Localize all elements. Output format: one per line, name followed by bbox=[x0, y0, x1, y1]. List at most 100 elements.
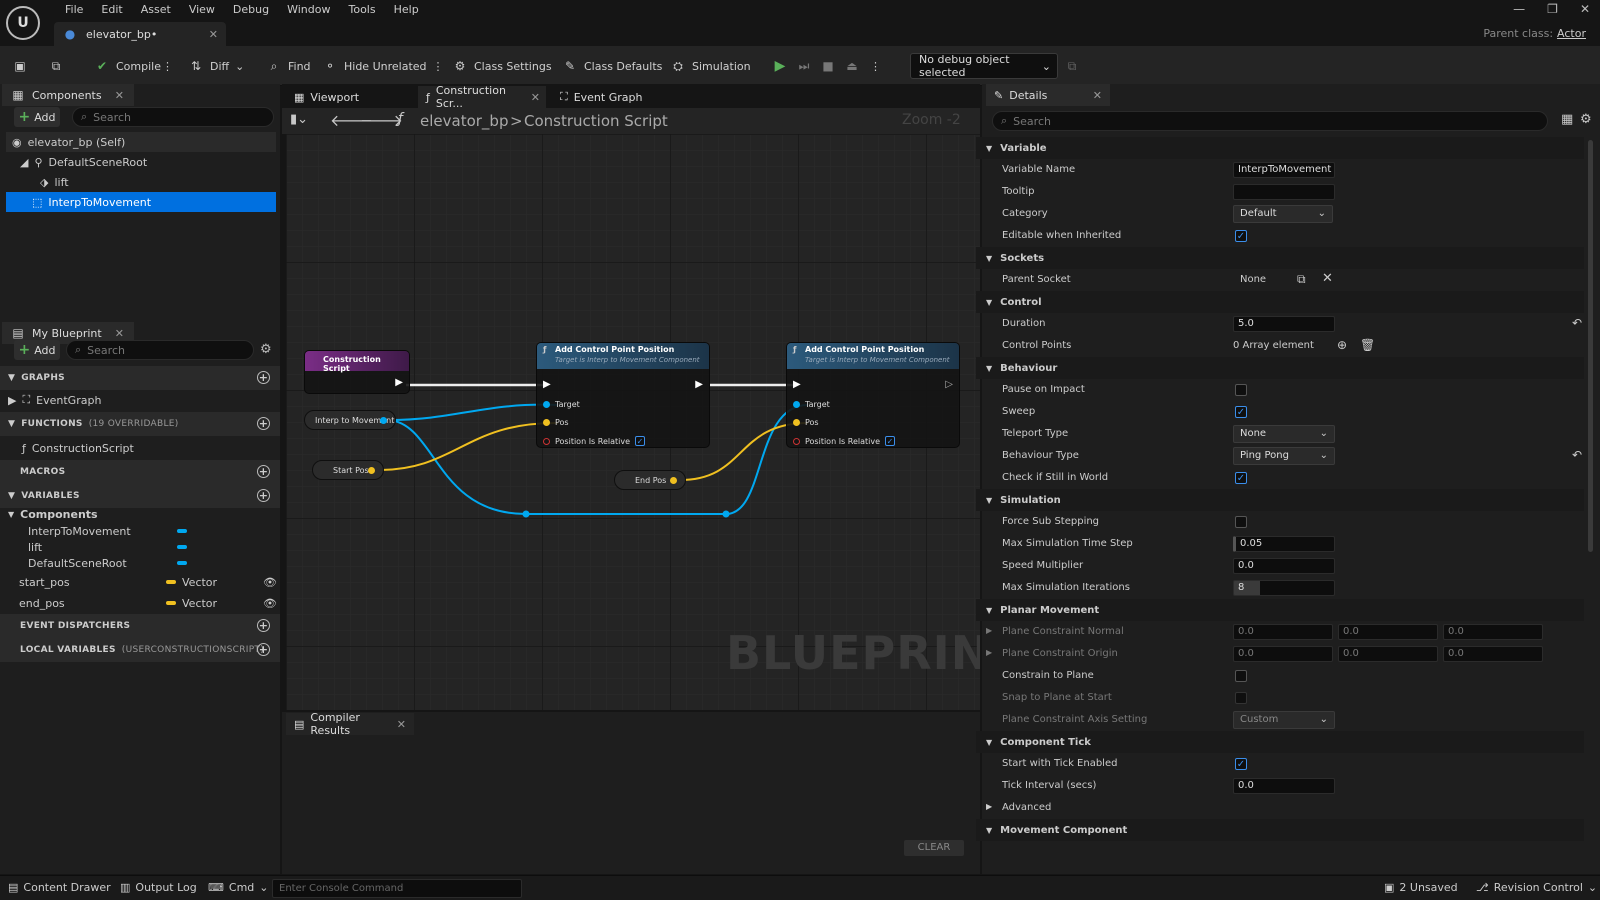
close-icon[interactable]: ✕ bbox=[397, 718, 406, 731]
section-graphs[interactable]: ▼ GRAPHS + bbox=[0, 366, 280, 390]
tab-viewport[interactable]: ▦ Viewport bbox=[286, 86, 406, 108]
gear-icon[interactable]: ⚙ bbox=[1580, 112, 1592, 127]
add-component-button[interactable]: + Add bbox=[14, 107, 60, 127]
close-icon[interactable]: ✕ bbox=[209, 28, 218, 41]
close-icon[interactable]: ✕ bbox=[115, 327, 124, 340]
exec-in-pin[interactable]: ▶ bbox=[793, 379, 801, 390]
pin-dot[interactable] bbox=[368, 467, 375, 474]
pos-pin[interactable]: Pos bbox=[543, 418, 569, 427]
max-iter-input[interactable]: 8 bbox=[1233, 580, 1335, 596]
check-world-checkbox[interactable]: ✓ bbox=[1235, 472, 1247, 484]
relative-pin[interactable]: Position Is Relative ✓ bbox=[793, 436, 896, 446]
plane-origin-x[interactable]: 0.0 bbox=[1233, 646, 1333, 662]
relative-pin[interactable]: Position Is Relative ✓ bbox=[543, 436, 646, 446]
eject-button[interactable]: ⏏ bbox=[844, 55, 860, 77]
construction-script-item[interactable]: ƒ ConstructionScript bbox=[22, 438, 134, 458]
parent-class-link[interactable]: Actor bbox=[1557, 27, 1586, 40]
section-local-variables[interactable]: LOCAL VARIABLES (USERCONSTRUCTIONSCRIPT) + bbox=[0, 638, 280, 662]
restore-icon[interactable]: ❐ bbox=[1547, 2, 1558, 16]
minimize-icon[interactable]: — bbox=[1513, 2, 1525, 16]
output-log-button[interactable]: ▥ Output Log bbox=[120, 881, 197, 894]
menu-debug[interactable]: Debug bbox=[224, 3, 278, 17]
exec-out-pin[interactable]: ▷ bbox=[945, 379, 953, 390]
category-sockets[interactable]: ▼ Sockets bbox=[976, 247, 1584, 269]
compile-button[interactable]: ✔ Compile bbox=[94, 55, 161, 77]
details-tab[interactable]: ✎ Details ✕ bbox=[986, 84, 1110, 106]
plane-origin-y[interactable]: 0.0 bbox=[1338, 646, 1438, 662]
duration-input[interactable]: 5.0 bbox=[1233, 316, 1335, 332]
stop-button[interactable]: ■ bbox=[820, 55, 836, 77]
plane-origin-z[interactable]: 0.0 bbox=[1443, 646, 1543, 662]
node-construction-script[interactable]: Construction Script ▶ bbox=[304, 350, 410, 394]
details-search[interactable]: ⌕ Search bbox=[992, 111, 1548, 131]
close-icon[interactable]: ✕ bbox=[531, 91, 540, 104]
plane-normal-y[interactable]: 0.0 bbox=[1338, 624, 1438, 640]
section-event-dispatchers[interactable]: EVENT DISPATCHERS + bbox=[0, 614, 280, 638]
breadcrumb-root[interactable]: elevator_bp bbox=[420, 112, 508, 130]
tab-event-graph[interactable]: ⛶ Event Graph bbox=[552, 86, 652, 108]
editable-checkbox[interactable]: ✓ bbox=[1235, 230, 1247, 242]
category-select[interactable]: Default ⌄ bbox=[1233, 205, 1333, 223]
browse-button[interactable]: ⧉ bbox=[48, 55, 64, 77]
unreal-logo[interactable]: U bbox=[6, 6, 40, 40]
variable-row[interactable]: start_pos Vector 👁 bbox=[0, 573, 280, 591]
menu-window[interactable]: Window bbox=[278, 3, 339, 17]
components-search[interactable]: ⌕ Search bbox=[72, 107, 274, 127]
constrain-checkbox[interactable] bbox=[1235, 670, 1247, 682]
node-var-end-pos[interactable]: End Pos bbox=[614, 470, 686, 490]
bookmark-icon[interactable]: ▮⌄ bbox=[290, 112, 308, 127]
debug-object-select[interactable]: No debug object selected ⌄ bbox=[910, 53, 1058, 79]
clear-socket-icon[interactable]: ✕ bbox=[1322, 271, 1333, 286]
reset-arrow-icon[interactable]: ↶ bbox=[1572, 448, 1582, 462]
category-simulation[interactable]: ▼ Simulation bbox=[976, 489, 1584, 511]
node-add-control-point-2[interactable]: ƒ Add Control Point Position Target is I… bbox=[786, 342, 960, 448]
behaviour-type-select[interactable]: Ping Pong ⌄ bbox=[1233, 447, 1335, 465]
class-defaults-button[interactable]: ✎ Class Defaults bbox=[562, 55, 662, 77]
diff-button[interactable]: ⇅ Diff ⌄ bbox=[188, 55, 244, 77]
max-step-input[interactable]: 0.05 bbox=[1233, 536, 1335, 552]
start-tick-checkbox[interactable]: ✓ bbox=[1235, 758, 1247, 770]
expand-arrow-icon[interactable]: ▶ bbox=[986, 648, 992, 657]
node-var-start-pos[interactable]: Start Pos bbox=[312, 460, 384, 480]
component-var-row[interactable]: DefaultSceneRoot bbox=[0, 554, 280, 572]
axis-setting-select[interactable]: Custom ⌄ bbox=[1233, 711, 1335, 729]
play-options-button[interactable]: ⋮ bbox=[870, 55, 881, 77]
plane-normal-x[interactable]: 0.0 bbox=[1233, 624, 1333, 640]
speed-input[interactable]: 0.0 bbox=[1233, 558, 1335, 574]
revision-control-button[interactable]: ⎇ Revision Control ⌄ bbox=[1476, 881, 1597, 894]
hide-unrelated-button[interactable]: ⚬ Hide Unrelated ⋮ bbox=[322, 55, 444, 77]
my-blueprint-search[interactable]: ⌕ Search bbox=[66, 340, 254, 360]
menu-edit[interactable]: Edit bbox=[92, 3, 131, 17]
node-add-control-point-1[interactable]: ƒ Add Control Point Position Target is I… bbox=[536, 342, 710, 448]
pin-dot[interactable] bbox=[670, 477, 677, 484]
browse-socket-icon[interactable]: ⧉ bbox=[1297, 272, 1306, 287]
add-local-variable-icon[interactable]: + bbox=[257, 643, 270, 656]
forward-arrow-icon[interactable]: 🡒 bbox=[360, 110, 403, 130]
target-pin[interactable]: Target bbox=[543, 400, 580, 409]
exec-out-pin[interactable]: ▶ bbox=[395, 377, 403, 388]
component-default-scene-root[interactable]: ◢ ⚲ DefaultSceneRoot bbox=[20, 152, 147, 172]
relative-checkbox[interactable]: ✓ bbox=[885, 436, 896, 446]
component-interp-to-movement[interactable]: ⬚ InterpToMovement bbox=[6, 192, 276, 212]
simulation-button[interactable]: ⛭ Simulation bbox=[670, 55, 750, 77]
add-dispatcher-icon[interactable]: + bbox=[257, 619, 270, 632]
menu-view[interactable]: View bbox=[180, 3, 224, 17]
table-view-icon[interactable]: ▦ bbox=[1561, 112, 1573, 127]
section-macros[interactable]: MACROS + bbox=[0, 460, 280, 484]
add-variable-icon[interactable]: + bbox=[257, 489, 270, 502]
menu-help[interactable]: Help bbox=[385, 3, 428, 17]
exec-out-pin[interactable]: ▶ bbox=[695, 379, 703, 390]
tick-interval-input[interactable]: 0.0 bbox=[1233, 778, 1335, 794]
step-button[interactable]: ⏭ bbox=[796, 55, 812, 77]
play-button[interactable]: ▶ bbox=[772, 55, 788, 77]
compile-options-button[interactable]: ⋮ bbox=[162, 55, 173, 77]
pos-pin[interactable]: Pos bbox=[793, 418, 819, 427]
visibility-eye-icon[interactable]: 👁 bbox=[263, 597, 277, 610]
add-function-icon[interactable]: + bbox=[257, 417, 270, 430]
force-sub-checkbox[interactable] bbox=[1235, 516, 1247, 528]
console-input[interactable]: Enter Console Command bbox=[272, 879, 522, 898]
close-icon[interactable]: ✕ bbox=[1093, 89, 1102, 102]
add-graph-icon[interactable]: + bbox=[257, 371, 270, 384]
event-graph-item[interactable]: ▶ ⛶ EventGraph bbox=[8, 390, 101, 410]
menu-asset[interactable]: Asset bbox=[132, 3, 180, 17]
